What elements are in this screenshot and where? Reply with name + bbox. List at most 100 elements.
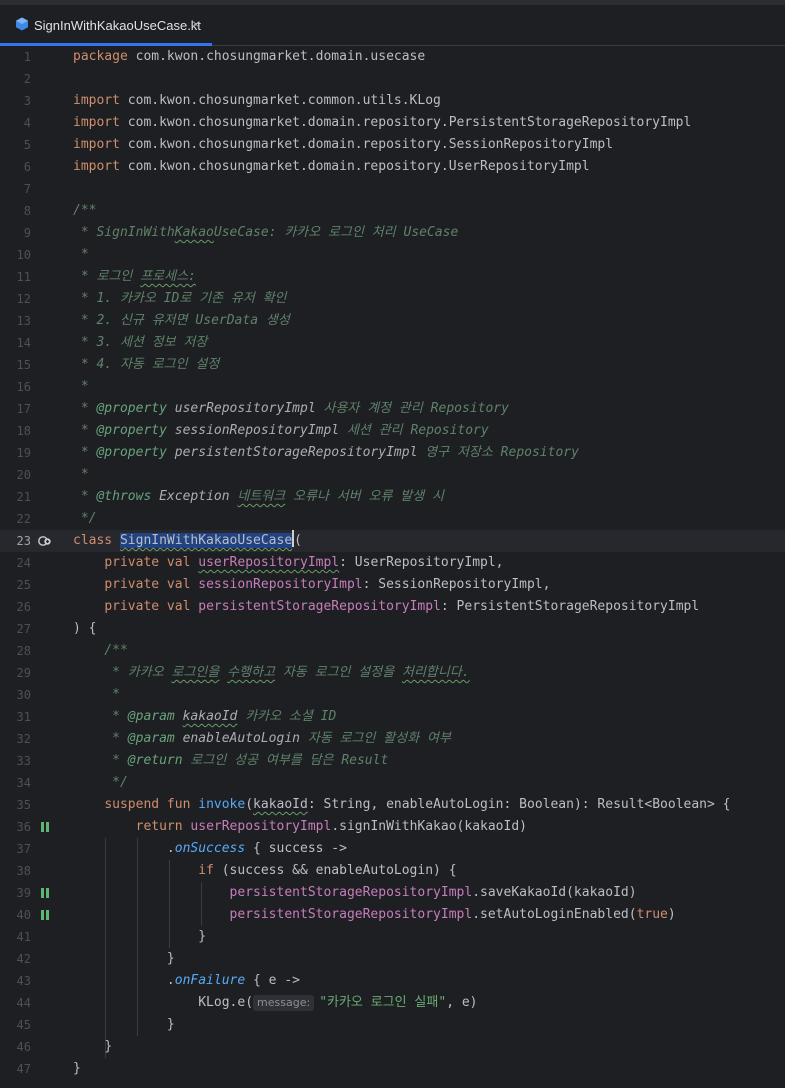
line-number: 40 [16, 908, 31, 922]
code-token: import [73, 159, 120, 174]
line-code: /** [73, 640, 128, 662]
code-token: com.kwon.chosungmarket.common.utils.KLog [119, 93, 441, 108]
selected-class-name[interactable]: SignInWithKakaoUseCase [119, 533, 293, 548]
line-code: .onSuccess { success -> [73, 838, 347, 860]
line-number: 47 [16, 1062, 31, 1076]
code-line: 2 [0, 68, 785, 90]
code-token: private [104, 599, 160, 614]
code-token: 로그인을 [171, 665, 220, 680]
line-number: 17 [16, 402, 31, 416]
tab-filename: SignInWithKakaoUseCase.kt [34, 18, 201, 33]
code-token: @param [127, 731, 175, 746]
code-token: * 3. 세션 정보 저장 [73, 335, 208, 350]
code-token: sessionRepositoryImpl [166, 423, 340, 438]
line-number: 22 [16, 512, 31, 526]
line-number: 33 [16, 754, 31, 768]
code-token: kakaoId [253, 797, 308, 812]
code-token: package [73, 49, 128, 64]
line-code: * [73, 684, 120, 706]
line-code: import com.kwon.chosungmarket.domain.rep… [73, 134, 613, 156]
code-token: val [159, 555, 199, 570]
code-token: UseCase: 카카오 로그인 처리 UseCase [213, 225, 459, 240]
implement-gutter-icon[interactable] [38, 535, 52, 547]
code-line: 37 .onSuccess { success -> [0, 838, 785, 860]
line-code: * @param enableAutoLogin 자동 로그인 활성화 여부 [73, 728, 451, 750]
code-line: 44 KLog.e(message: "카카오 로그인 실패", e) [0, 992, 785, 1014]
suspend-call-gutter-icon[interactable] [38, 887, 52, 899]
code-token: . [166, 841, 175, 856]
code-token: val [159, 599, 199, 614]
code-token: import [73, 115, 120, 130]
code-token: 오류나 서버 오류 발생 시 [285, 489, 444, 504]
code-token: 프로세스: [140, 269, 196, 284]
line-code: class SignInWithKakaoUseCase( [73, 530, 302, 552]
code-line: 36 return userRepositoryImpl.signInWithK… [0, 816, 785, 838]
code-line: 46 } [0, 1036, 785, 1058]
code-token: (success && enableAutoLogin) { [213, 863, 457, 878]
line-code: import com.kwon.chosungmarket.domain.rep… [73, 156, 590, 178]
code-token: } [166, 951, 175, 966]
code-line: 45 } [0, 1014, 785, 1036]
code-token: @property [96, 401, 167, 416]
code-line: 3 import com.kwon.chosungmarket.common.u… [0, 90, 785, 112]
code-token: * [73, 247, 89, 262]
code-token: 세션 관리 Repository [339, 423, 489, 438]
line-number: 43 [16, 974, 31, 988]
line-code: * @property persistentStorageRepositoryI… [73, 442, 579, 464]
suspend-call-gutter-icon[interactable] [38, 909, 52, 921]
code-editor[interactable]: 1 package com.kwon.chosungmarket.domain.… [0, 46, 785, 1088]
code-line: 35 suspend fun invoke(kakaoId: String, e… [0, 794, 785, 816]
line-code: * 2. 신규 유저면 UserData 생성 [73, 310, 290, 332]
code-line: 30 * [0, 684, 785, 706]
line-code: * [73, 464, 89, 486]
line-number: 28 [16, 644, 31, 658]
code-line: 15 * 4. 자동 로그인 설정 [0, 354, 785, 376]
code-line: 31 * @param kakaoId 카카오 소셜 ID [0, 706, 785, 728]
suspend-call-gutter-icon[interactable] [38, 821, 52, 833]
line-code: } [73, 1058, 81, 1080]
code-token: 사용자 계정 관리 Repository [315, 401, 509, 416]
code-token: { success -> [245, 841, 347, 856]
line-code: * @property sessionRepositoryImpl 세션 관리 … [73, 420, 489, 442]
line-number: 15 [16, 358, 31, 372]
code-line: 13 * 2. 신규 유저면 UserData 생성 [0, 310, 785, 332]
code-token: : PersistentStorageRepositoryImpl [440, 599, 700, 614]
code-line: 41 } [0, 926, 785, 948]
code-line: 20 * [0, 464, 785, 486]
code-line: 10 * [0, 244, 785, 266]
line-number: 21 [16, 490, 31, 504]
tab-signinwithkakaousecase[interactable]: SignInWithKakaoUseCase.kt × [0, 5, 212, 46]
code-line: 34 */ [0, 772, 785, 794]
close-icon[interactable]: × [192, 16, 200, 32]
code-token: 네트워크 [237, 489, 286, 504]
line-number: 35 [16, 798, 31, 812]
code-token: persistentStorageRepositoryImpl [198, 599, 441, 614]
line-number: 16 [16, 380, 31, 394]
code-token: * 1. 카카오 ID로 기존 유저 확인 [73, 291, 287, 306]
line-number: 32 [16, 732, 31, 746]
code-token: : String, enableAutoLogin: Boolean): Res… [307, 797, 731, 812]
code-token: . [166, 973, 175, 988]
line-code: import com.kwon.chosungmarket.domain.rep… [73, 112, 691, 134]
code-line: 11 * 로그인 프로세스: [0, 266, 785, 288]
code-line: 27 ) { [0, 618, 785, 640]
code-token: invoke [198, 797, 246, 812]
code-line: 12 * 1. 카카오 ID로 기존 유저 확인 [0, 288, 785, 310]
line-number: 39 [16, 886, 31, 900]
code-token: * [73, 401, 97, 416]
code-line: 6 import com.kwon.chosungmarket.domain.r… [0, 156, 785, 178]
code-line: 8 /** [0, 200, 785, 222]
line-code: KLog.e(message: "카카오 로그인 실패", e) [73, 992, 478, 1014]
line-number: 2 [23, 72, 31, 86]
